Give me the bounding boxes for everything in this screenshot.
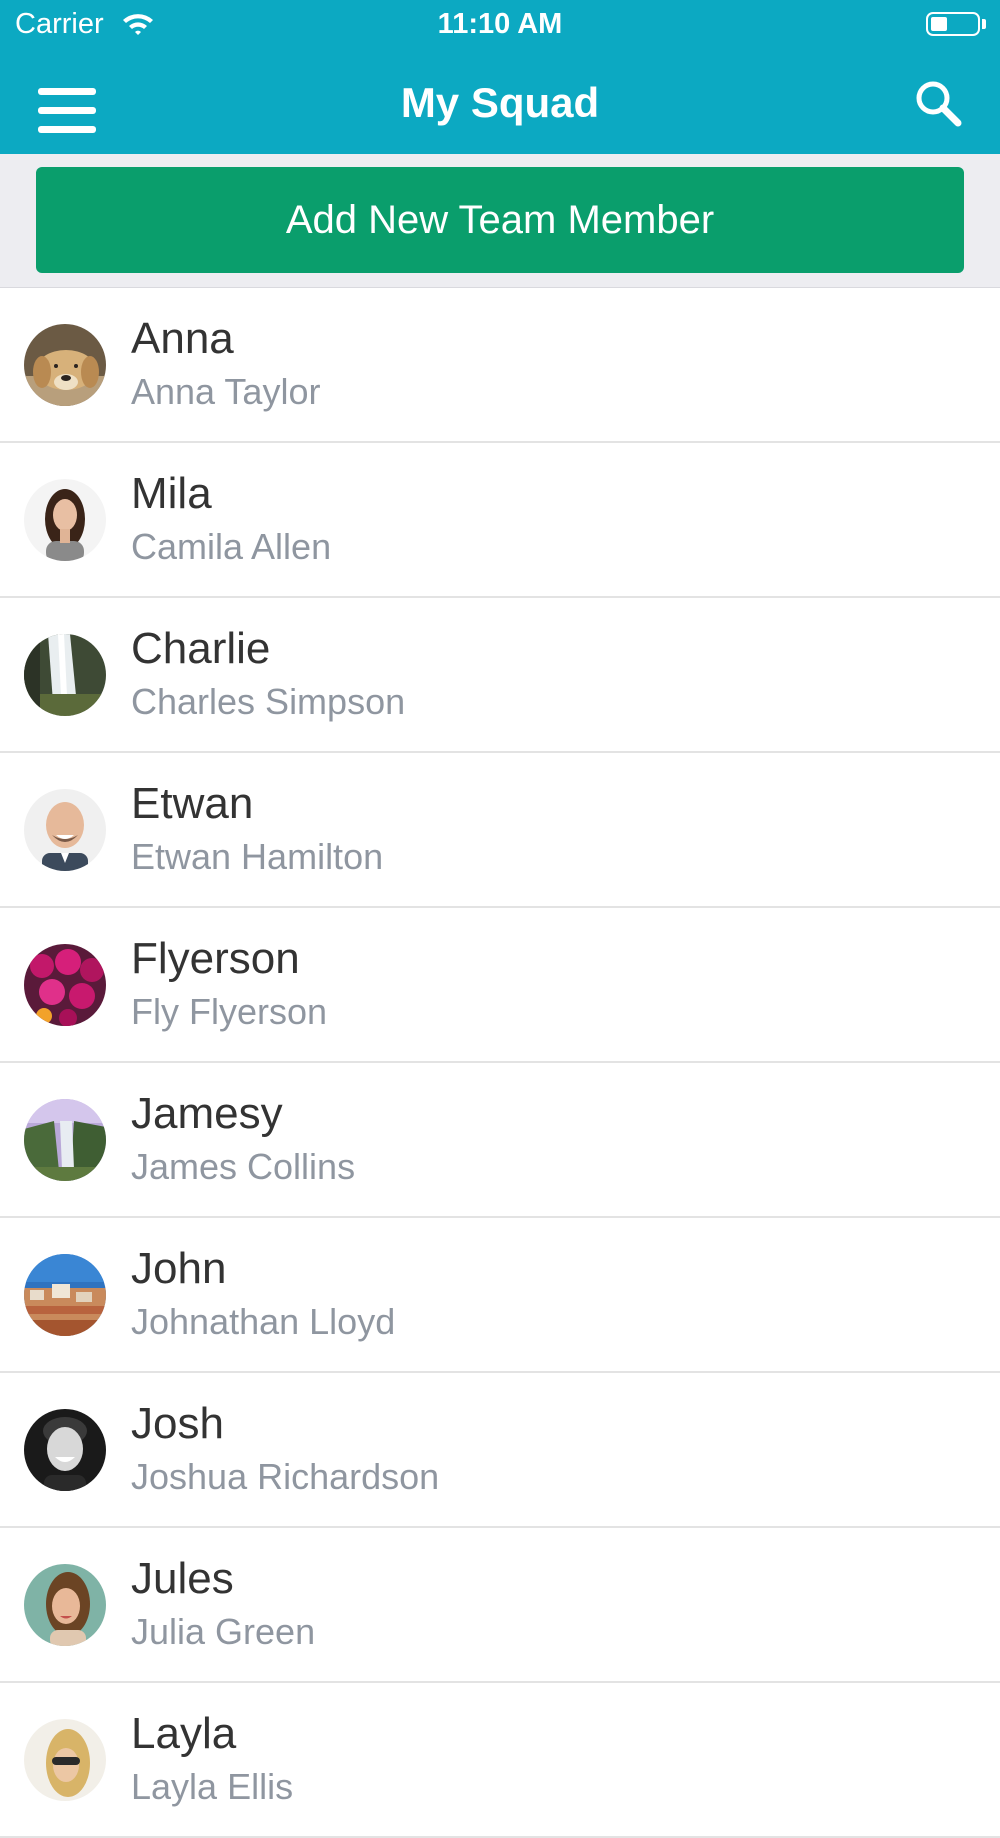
member-full-name: Julia Green xyxy=(131,1611,316,1652)
member-nickname: Etwan xyxy=(131,779,254,828)
avatar xyxy=(24,1099,106,1181)
battery-cap xyxy=(982,19,986,29)
navigation-bar: My Squad xyxy=(0,52,1000,154)
battery-level xyxy=(931,17,947,31)
list-item[interactable]: Layla Layla Ellis xyxy=(0,1683,1000,1838)
member-nickname: Jamesy xyxy=(131,1089,283,1138)
list-item[interactable]: Charlie Charles Simpson xyxy=(0,598,1000,753)
list-item[interactable]: John Johnathan Lloyd xyxy=(0,1218,1000,1373)
member-nickname: Flyerson xyxy=(131,934,300,983)
status-bar: Carrier 11:10 AM xyxy=(0,0,1000,52)
search-icon[interactable] xyxy=(912,78,966,132)
member-nickname: Anna xyxy=(131,314,234,363)
list-item[interactable]: Etwan Etwan Hamilton xyxy=(0,753,1000,908)
avatar xyxy=(24,479,106,561)
avatar xyxy=(24,1564,106,1646)
member-full-name: Layla Ellis xyxy=(131,1766,294,1807)
avatar xyxy=(24,944,106,1026)
member-nickname: Charlie xyxy=(131,624,271,673)
list-item[interactable]: Flyerson Fly Flyerson xyxy=(0,908,1000,1063)
list-item[interactable]: Josh Joshua Richardson xyxy=(0,1373,1000,1528)
member-full-name: Etwan Hamilton xyxy=(131,836,384,877)
member-nickname: Layla xyxy=(131,1709,237,1758)
list-item[interactable]: Jules Julia Green xyxy=(0,1528,1000,1683)
member-nickname: Josh xyxy=(131,1399,224,1448)
member-full-name: James Collins xyxy=(131,1146,356,1187)
page-title: My Squad xyxy=(400,79,600,126)
member-nickname: John xyxy=(131,1244,227,1293)
list-item[interactable]: Mila Camila Allen xyxy=(0,443,1000,598)
member-nickname: Mila xyxy=(131,469,212,518)
member-nickname: Jules xyxy=(131,1554,234,1603)
list-item[interactable]: Jamesy James Collins xyxy=(0,1063,1000,1218)
avatar xyxy=(24,324,106,406)
member-full-name: Camila Allen xyxy=(131,526,332,567)
list-item[interactable]: Anna Anna Taylor xyxy=(0,288,1000,443)
add-team-member-button[interactable]: Add New Team Member xyxy=(36,167,964,273)
member-full-name: Charles Simpson xyxy=(131,681,406,722)
action-area: Add New Team Member xyxy=(0,154,1000,288)
avatar xyxy=(24,634,106,716)
avatar xyxy=(24,1719,106,1801)
member-full-name: Fly Flyerson xyxy=(131,991,328,1032)
avatar xyxy=(24,1254,106,1336)
avatar xyxy=(24,789,106,871)
app-header: Carrier 11:10 AM My Squad xyxy=(0,0,1000,154)
member-full-name: Anna Taylor xyxy=(131,371,321,412)
team-member-list: Anna Anna Taylor Mila Camila Allen Charl… xyxy=(0,288,1000,1838)
battery-icon xyxy=(926,12,980,36)
avatar xyxy=(24,1409,106,1491)
status-time: 11:10 AM xyxy=(437,8,563,40)
member-full-name: Joshua Richardson xyxy=(131,1456,440,1497)
member-full-name: Johnathan Lloyd xyxy=(131,1301,396,1342)
